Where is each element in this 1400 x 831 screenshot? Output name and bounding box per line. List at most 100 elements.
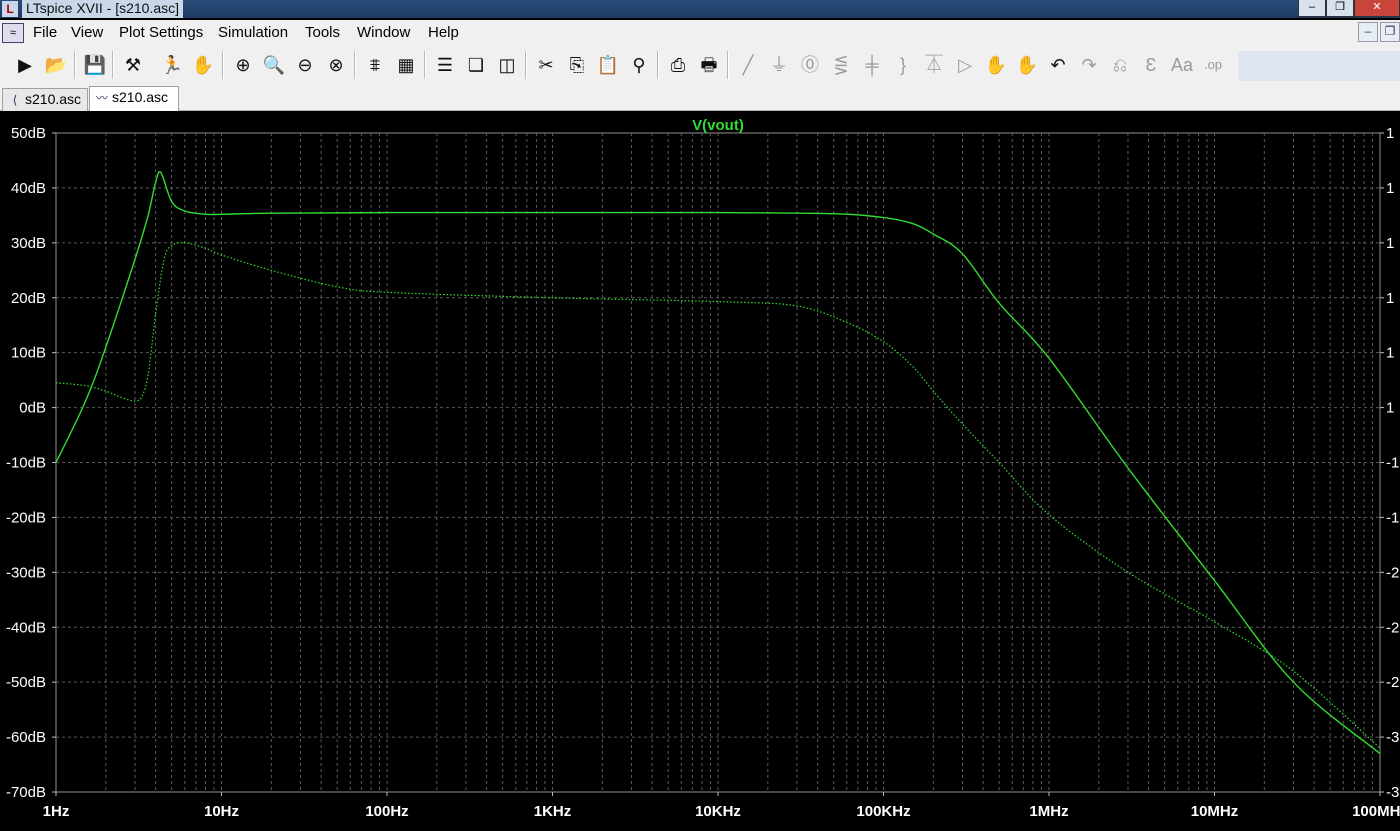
wire-icon[interactable]: ╱ [735,52,761,78]
cascade-icon[interactable]: ❏ [463,52,489,78]
y-tick-label: -60dB [6,729,46,746]
text-icon[interactable]: Aa [1169,52,1195,78]
y-tick-label: 30dB [11,235,46,252]
y-tick-label: 20dB [11,290,46,307]
tab-label: s210.asc [112,89,169,105]
ground-icon[interactable]: ⏚ [766,52,792,78]
x-tick-label: 1Hz [43,803,70,820]
y-tick-label: 0dB [19,400,46,417]
y-tick-label: -40dB [6,619,46,636]
right-tick-label: 1 [1386,400,1394,417]
y-tick-label: -70dB [6,784,46,801]
tab-schematic[interactable]: ⟨ s210.asc [2,88,88,111]
y-tick-label: 50dB [11,125,46,142]
menu-bar: ≈ File View Plot Settings Simulation Too… [0,20,1400,46]
x-tick-label: 10KHz [695,803,741,820]
zoom-area-icon[interactable]: 🔍 [261,52,287,78]
rotate-icon[interactable]: ⎌ [1107,52,1133,78]
document-menu-icon[interactable]: ≈ [2,23,24,43]
control-panel-icon[interactable]: ⚒ [120,52,146,78]
x-tick-label: 100Hz [365,803,408,820]
label-icon[interactable]: ⓪ [797,52,823,78]
right-tick-label: 1 [1386,235,1394,252]
diode-icon[interactable]: ⏄ [921,52,947,78]
tile-vertical-icon[interactable]: ◫ [494,52,520,78]
redo-icon[interactable]: ↷ [1076,52,1102,78]
cut-icon[interactable]: ✂ [533,52,559,78]
resistor-icon[interactable]: ⋚ [828,52,854,78]
toolbar-empty-area [1238,51,1400,81]
grid-icon[interactable]: ▦ [393,52,419,78]
save-icon[interactable]: 💾 [82,52,108,78]
open-icon[interactable]: 📂 [43,52,69,78]
title-bar: L LTspice XVII - [s210.asc] – ❐ ✕ [0,0,1400,18]
trace-title: V(vout) [692,117,744,134]
run-icon[interactable]: ▶ [12,52,38,78]
app-icon[interactable]: L [2,1,18,17]
maximize-icon[interactable]: ❐ [1326,0,1354,17]
y-tick-label: 10dB [11,345,46,362]
x-tick-label: 100MHz [1352,803,1400,820]
right-tick-label: -2 [1386,619,1399,636]
waveform-plot-pane[interactable]: 50dB 1 40dB 1 30dB 1 20dB 1 10dB 1 0dB 1 -10dB -1 -20d… [0,111,1400,826]
inductor-icon[interactable]: } [890,52,916,78]
undo-icon[interactable]: ↶ [1045,52,1071,78]
window-controls: – ❐ ✕ [1298,0,1400,18]
run-simulation-icon[interactable]: 🏃 [159,52,185,78]
y-tick-label: -20dB [6,509,46,526]
menu-simulation[interactable]: Simulation [218,24,288,41]
mirror-icon[interactable]: Ɛ [1138,52,1164,78]
x-tick-label: 10Hz [204,803,239,820]
menu-file[interactable]: File [33,24,57,41]
bode-plot[interactable]: 50dB 140dB 130dB 120dB 110dB 10dB 1-10dB -1-20d… [0,111,1400,826]
right-tick-label: 1 [1386,345,1394,362]
autorange-icon[interactable]: ⩨ [362,52,388,78]
right-tick-label: -2 [1386,564,1399,581]
doc-minimize-icon[interactable]: – [1358,22,1378,42]
move-icon[interactable]: ✋ [983,52,1009,78]
y-tick-label: -30dB [6,564,46,581]
y-tick-label: 40dB [11,180,46,197]
capacitor-icon[interactable]: ╪ [859,52,885,78]
component-icon[interactable]: ▷ [952,52,978,78]
find-icon[interactable]: ⚲ [626,52,652,78]
y-tick-label: -10dB [6,455,46,472]
tile-horizontal-icon[interactable]: ☰ [432,52,458,78]
x-tick-label: 10MHz [1191,803,1239,820]
right-tick-label: 1 [1386,125,1394,142]
tab-bar: ⟨ s210.asc 〰 s210.asc [0,86,1400,111]
zoom-out-icon[interactable]: ⊖ [292,52,318,78]
menu-tools[interactable]: Tools [305,24,340,41]
spice-directive-icon[interactable]: .op [1200,52,1226,78]
toolbar: ▶ 📂 💾 ⚒ 🏃 ✋ ⊕ 🔍 ⊖ ⊗ ⩨ ▦ ☰ ❏ ◫ ✂ ⎘ 📋 ⚲ ⎙ … [0,46,1400,87]
drag-icon[interactable]: ✋ [1014,52,1040,78]
right-tick-label: -3 [1386,784,1399,801]
zoom-in-icon[interactable]: ⊕ [230,52,256,78]
tab-waveform[interactable]: 〰 s210.asc [89,86,179,111]
print-setup-icon[interactable]: ⎙ [665,52,691,78]
tab-label: s210.asc [25,91,82,107]
right-tick-label: 1 [1386,290,1394,307]
copy-icon[interactable]: ⎘ [564,52,590,78]
minimize-icon[interactable]: – [1298,0,1326,17]
menu-window[interactable]: Window [357,24,410,41]
y-tick-label: -50dB [6,674,46,691]
right-tick-label: -1 [1386,509,1399,526]
x-tick-label: 100KHz [856,803,910,820]
paste-icon[interactable]: 📋 [595,52,621,78]
pan-icon[interactable]: ✋ [190,52,216,78]
window-title: LTspice XVII - [s210.asc] [22,0,184,18]
right-tick-label: -3 [1386,729,1399,746]
x-tick-label: 1MHz [1029,803,1068,820]
menu-plot-settings[interactable]: Plot Settings [119,24,203,41]
menu-view[interactable]: View [71,24,103,41]
zoom-full-icon[interactable]: ⊗ [323,52,349,78]
right-tick-label: 1 [1386,180,1394,197]
print-icon[interactable]: 🖶 [696,52,722,78]
close-icon[interactable]: ✕ [1354,0,1400,17]
right-tick-label: -2 [1386,674,1399,691]
right-tick-label: -1 [1386,455,1399,472]
menu-help[interactable]: Help [428,24,459,41]
document-window-controls: – ❐ [1358,22,1400,42]
doc-restore-icon[interactable]: ❐ [1380,22,1400,42]
